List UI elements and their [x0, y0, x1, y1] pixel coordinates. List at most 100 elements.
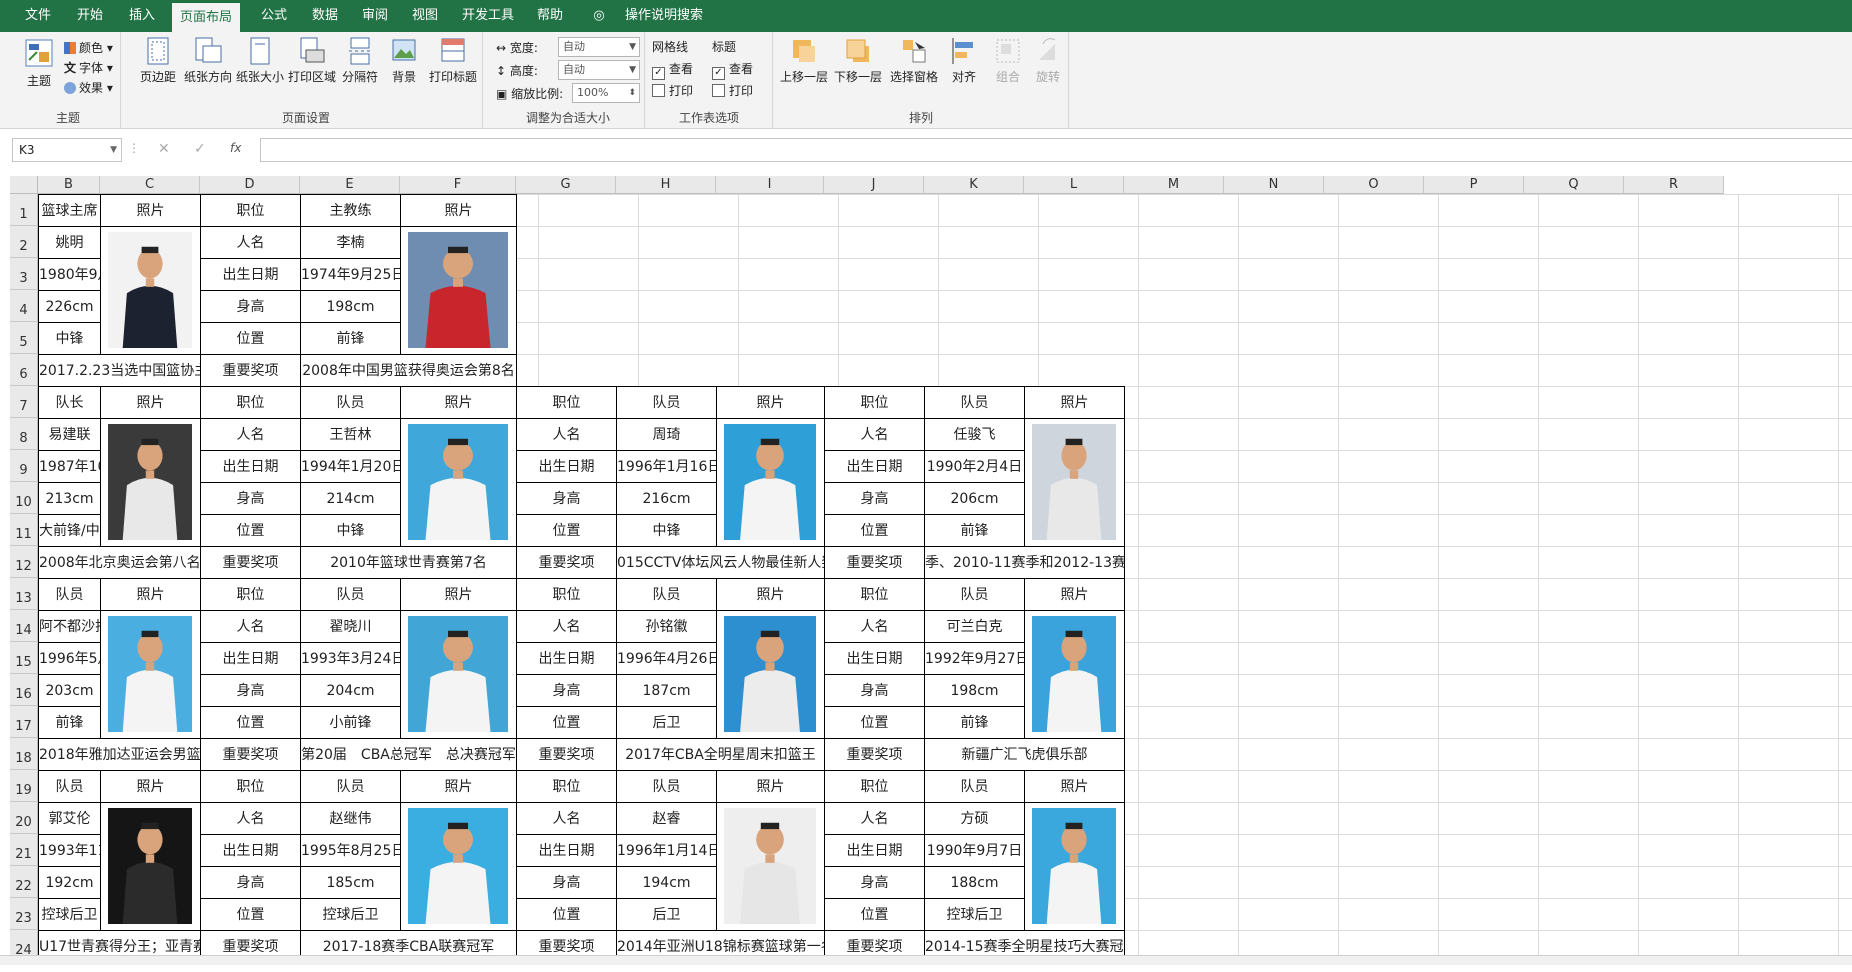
tab-developer[interactable]: 开发工具	[458, 0, 518, 32]
column-header[interactable]: P	[1424, 176, 1524, 194]
tab-home[interactable]: 开始	[70, 0, 110, 32]
player-photo[interactable]	[1032, 808, 1116, 924]
player-photo[interactable]	[724, 424, 816, 540]
size-button[interactable]: 纸张大小	[234, 36, 286, 85]
row-header[interactable]: 15	[10, 642, 38, 674]
column-header[interactable]: R	[1624, 176, 1724, 194]
row-header[interactable]: 7	[10, 386, 38, 418]
theme-fonts-button[interactable]: 文字体 ▾	[64, 59, 113, 76]
align-button[interactable]: 对齐	[944, 36, 984, 85]
player-photo[interactable]	[408, 424, 508, 540]
name-box[interactable]: K3 ▼	[12, 138, 122, 162]
insert-function-button[interactable]: fx	[230, 141, 241, 155]
send-backward-button[interactable]: 下移一层	[832, 36, 884, 85]
group-button[interactable]: 组合	[988, 36, 1028, 85]
scale-spinner[interactable]: 100% ⬍	[572, 83, 640, 103]
headings-view-checkbox[interactable]: ✓ 查看	[712, 60, 753, 80]
themes-button[interactable]: 主题	[20, 38, 58, 89]
player-photo[interactable]	[108, 808, 192, 924]
player-photo[interactable]	[1032, 616, 1116, 732]
player-photo[interactable]	[408, 616, 508, 732]
tab-review[interactable]: 审阅	[355, 0, 395, 32]
player-position: 前锋	[300, 322, 401, 355]
orientation-button[interactable]: 纸张方向	[182, 36, 234, 85]
row-header[interactable]: 14	[10, 610, 38, 642]
job-label: 职位	[516, 770, 617, 803]
enter-icon[interactable]: ✓	[194, 141, 206, 157]
formula-input[interactable]	[260, 138, 1852, 162]
tab-insert[interactable]: 插入	[122, 0, 162, 32]
player-birth: 1996年4月26日	[616, 642, 717, 675]
background-button[interactable]: 背景	[384, 36, 424, 85]
row-header[interactable]: 11	[10, 514, 38, 546]
column-header[interactable]: L	[1024, 176, 1124, 194]
player-position: 中锋	[38, 322, 101, 355]
selection-pane-button[interactable]: 选择窗格	[886, 36, 942, 85]
column-header[interactable]: G	[516, 176, 616, 194]
row-header[interactable]: 13	[10, 578, 38, 610]
tab-data[interactable]: 数据	[305, 0, 345, 32]
cancel-icon[interactable]: ✕	[158, 141, 170, 157]
print-titles-button[interactable]: 打印标题	[426, 36, 480, 85]
row-header[interactable]: 10	[10, 482, 38, 514]
tab-file[interactable]: 文件	[18, 0, 58, 32]
player-photo[interactable]	[408, 808, 508, 924]
column-header[interactable]: J	[824, 176, 924, 194]
row-header[interactable]: 4	[10, 290, 38, 322]
player-name: 翟晓川	[300, 610, 401, 643]
bring-forward-button[interactable]: 上移一层	[778, 36, 830, 85]
row-header[interactable]: 6	[10, 354, 38, 386]
column-header[interactable]: C	[100, 176, 200, 194]
row-header[interactable]: 1	[10, 194, 38, 226]
column-header[interactable]: Q	[1524, 176, 1624, 194]
player-photo[interactable]	[408, 232, 508, 348]
player-photo[interactable]	[108, 424, 192, 540]
row-header[interactable]: 3	[10, 258, 38, 290]
gridlines-print-checkbox[interactable]: 打印	[652, 82, 693, 99]
column-header[interactable]: D	[200, 176, 300, 194]
row-header[interactable]: 23	[10, 898, 38, 930]
tab-page-layout[interactable]: 页面布局	[172, 2, 240, 33]
headings-print-checkbox[interactable]: 打印	[712, 82, 753, 99]
player-photo[interactable]	[724, 616, 816, 732]
print-area-button[interactable]: 打印区域	[286, 36, 338, 85]
row-header[interactable]: 19	[10, 770, 38, 802]
row-header[interactable]: 21	[10, 834, 38, 866]
theme-effects-button[interactable]: 效果 ▾	[64, 79, 113, 96]
tell-me-search[interactable]: 操作说明搜索	[614, 0, 714, 32]
tab-help[interactable]: 帮助	[530, 0, 570, 32]
column-header[interactable]: F	[400, 176, 516, 194]
row-header[interactable]: 5	[10, 322, 38, 354]
player-photo[interactable]	[108, 616, 192, 732]
row-header[interactable]: 9	[10, 450, 38, 482]
player-photo[interactable]	[108, 232, 192, 348]
theme-colors-button[interactable]: 颜色 ▾	[64, 39, 113, 56]
gridlines-view-checkbox[interactable]: ✓ 查看	[652, 60, 693, 80]
row-header[interactable]: 17	[10, 706, 38, 738]
column-header[interactable]: H	[616, 176, 716, 194]
tab-view[interactable]: 视图	[405, 0, 445, 32]
column-header[interactable]: K	[924, 176, 1024, 194]
column-header[interactable]: B	[38, 176, 100, 194]
row-header[interactable]: 12	[10, 546, 38, 578]
column-header[interactable]: N	[1224, 176, 1324, 194]
width-select[interactable]: 自动 ▼	[558, 37, 640, 57]
column-header[interactable]: M	[1124, 176, 1224, 194]
height-select[interactable]: 自动 ▼	[558, 60, 640, 80]
player-photo[interactable]	[1032, 424, 1116, 540]
row-header[interactable]: 8	[10, 418, 38, 450]
row-header[interactable]: 20	[10, 802, 38, 834]
rotate-button[interactable]: 旋转	[1028, 36, 1068, 85]
row-header[interactable]: 18	[10, 738, 38, 770]
select-all-corner[interactable]	[10, 176, 38, 194]
row-header[interactable]: 16	[10, 674, 38, 706]
column-header[interactable]: I	[716, 176, 824, 194]
row-header[interactable]: 22	[10, 866, 38, 898]
row-header[interactable]: 2	[10, 226, 38, 258]
column-header[interactable]: O	[1324, 176, 1424, 194]
column-header[interactable]: E	[300, 176, 400, 194]
player-photo[interactable]	[724, 808, 816, 924]
breaks-button[interactable]: 分隔符	[338, 36, 382, 85]
tab-formulas[interactable]: 公式	[254, 0, 294, 32]
margins-button[interactable]: 页边距	[136, 36, 180, 85]
